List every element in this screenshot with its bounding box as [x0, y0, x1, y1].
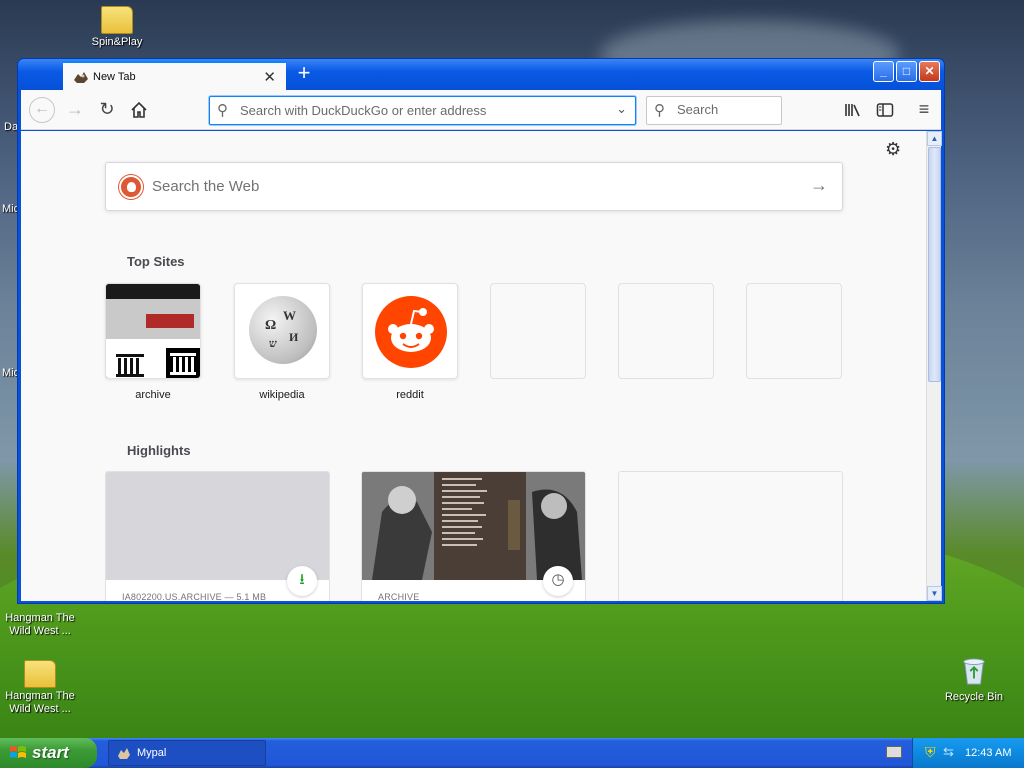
scroll-thumb[interactable]	[928, 147, 941, 382]
hamburger-menu-button[interactable]: ≡	[912, 98, 936, 122]
empty-site-tile	[618, 283, 714, 379]
system-tray: ⛨ ⇆ 12:43 AM	[912, 738, 1024, 768]
highlight-card[interactable]: ⭳ IA802200.US.ARCHIVE — 5.1 MB	[105, 471, 330, 601]
highlight-image	[106, 472, 329, 580]
new-tab-page: ⚙ → Top Sites	[21, 131, 926, 601]
highlight-image	[362, 472, 585, 580]
empty-site-tile	[490, 283, 586, 379]
forward-button[interactable]: →	[63, 98, 87, 122]
folder-icon	[24, 660, 56, 688]
home-icon	[131, 101, 147, 118]
highlights-heading: Highlights	[127, 443, 191, 458]
web-search-input[interactable]	[152, 178, 772, 195]
close-window-button[interactable]: ✕	[919, 61, 940, 82]
start-label: start	[32, 743, 69, 762]
maximize-button[interactable]: □	[896, 61, 917, 82]
security-shield-icon[interactable]: ⛨	[925, 744, 936, 761]
taskbar-item-mypal[interactable]: Mypal	[108, 740, 266, 766]
top-site-empty	[618, 283, 714, 379]
site-tile[interactable]	[105, 283, 201, 379]
keyboard-icon[interactable]	[886, 746, 902, 758]
archive-icon	[166, 348, 200, 378]
address-bar[interactable]: ⚲ ⌄	[209, 96, 636, 125]
desktop-icon-label: Hangman The Wild West ...	[5, 612, 75, 637]
top-site-empty	[746, 283, 842, 379]
home-button[interactable]	[127, 98, 151, 122]
desktop-icon-label: Hangman The Wild West ...	[5, 690, 75, 715]
recycle-bin-icon	[963, 658, 985, 685]
archive-thumbnail	[106, 284, 200, 378]
empty-site-tile	[746, 283, 842, 379]
taskbar: start Mypal ⛨ ⇆ 12:43 AM	[0, 738, 1024, 768]
address-input[interactable]	[240, 101, 600, 120]
title-bar[interactable]: New Tab ✕ + _ □ ✕	[18, 59, 944, 90]
highlight-meta: IA802200.US.ARCHIVE — 5.1 MB	[122, 592, 267, 601]
mypal-icon	[118, 748, 130, 759]
desktop-icon-hangman-2[interactable]: Hangman The Wild West ...	[0, 660, 80, 716]
highlight-meta: ARCHIVE	[378, 592, 420, 601]
site-tile[interactable]	[362, 283, 458, 379]
folder-icon	[101, 6, 133, 34]
search-bar[interactable]: ⚲	[646, 96, 782, 125]
top-site-wikipedia[interactable]: Ω W И ש wikipedia	[234, 283, 330, 401]
new-tab-button[interactable]: +	[290, 61, 318, 87]
clock-icon: ◷	[543, 566, 573, 596]
windows-logo-icon	[10, 746, 26, 758]
wikipedia-globe-icon: Ω W И ש	[249, 296, 317, 364]
library-button[interactable]	[841, 98, 865, 122]
site-label: wikipedia	[259, 389, 305, 401]
close-tab-icon[interactable]: ✕	[263, 68, 276, 86]
vertical-scrollbar[interactable]: ▲ ▼	[926, 131, 942, 601]
archive-icon	[116, 354, 144, 377]
tab-title: New Tab	[93, 71, 136, 83]
search-icon: ⚲	[217, 102, 228, 119]
desktop-icon-hangman-1[interactable]: Hangman The Wild West ...	[0, 612, 80, 638]
search-icon: ⚲	[654, 102, 665, 119]
sidebar-icon	[876, 103, 894, 117]
web-search-box[interactable]: →	[105, 162, 843, 211]
arrow-right-icon[interactable]: →	[810, 175, 828, 196]
highlight-card[interactable]: ◷ ARCHIVE	[361, 471, 586, 601]
sidebar-button[interactable]	[873, 98, 897, 122]
desktop-icon-label-partial[interactable]: Da	[4, 121, 18, 133]
site-label: reddit	[396, 389, 424, 401]
chevron-down-icon[interactable]: ⌄	[616, 101, 627, 117]
minimize-button[interactable]: _	[873, 61, 894, 82]
back-button[interactable]: ←	[29, 97, 55, 123]
top-sites-heading: Top Sites	[127, 254, 185, 269]
reddit-icon	[375, 296, 447, 368]
top-site-empty	[490, 283, 586, 379]
taskbar-item-label: Mypal	[137, 747, 167, 759]
network-icon[interactable]: ⇆	[943, 744, 954, 760]
scroll-up-arrow-icon[interactable]: ▲	[927, 131, 942, 146]
site-tile[interactable]: Ω W И ש	[234, 283, 330, 379]
clock[interactable]: 12:43 AM	[965, 747, 1011, 759]
mypal-favicon-icon	[74, 72, 88, 83]
nav-toolbar: ← → ↻ ⚲ ⌄ ⚲	[21, 90, 941, 130]
gear-icon[interactable]: ⚙	[885, 139, 901, 160]
tab-new-tab[interactable]: New Tab ✕	[63, 61, 286, 90]
desktop-icon-label: Spin&Play	[91, 36, 143, 48]
start-button[interactable]: start	[0, 738, 97, 768]
desktop-icon-label: Recycle Bin	[944, 691, 1004, 703]
site-label: archive	[135, 389, 171, 401]
browser-window: New Tab ✕ + _ □ ✕ ← → ↻ ⚲ ⌄ ⚲	[17, 58, 945, 604]
download-icon: ⭳	[287, 566, 317, 596]
desktop-icon-recycle-bin[interactable]: Recycle Bin	[934, 658, 1014, 704]
reload-button[interactable]: ↻	[95, 98, 119, 122]
search-input[interactable]	[677, 102, 777, 117]
desktop-icon-spinplay[interactable]: Spin&Play	[77, 6, 157, 49]
scroll-down-arrow-icon[interactable]: ▼	[927, 586, 942, 601]
duckduckgo-icon	[119, 175, 143, 199]
top-site-archive[interactable]: archive	[105, 283, 201, 401]
library-icon	[845, 104, 860, 117]
highlight-card-empty	[618, 471, 843, 601]
top-site-reddit[interactable]: reddit	[362, 283, 458, 401]
